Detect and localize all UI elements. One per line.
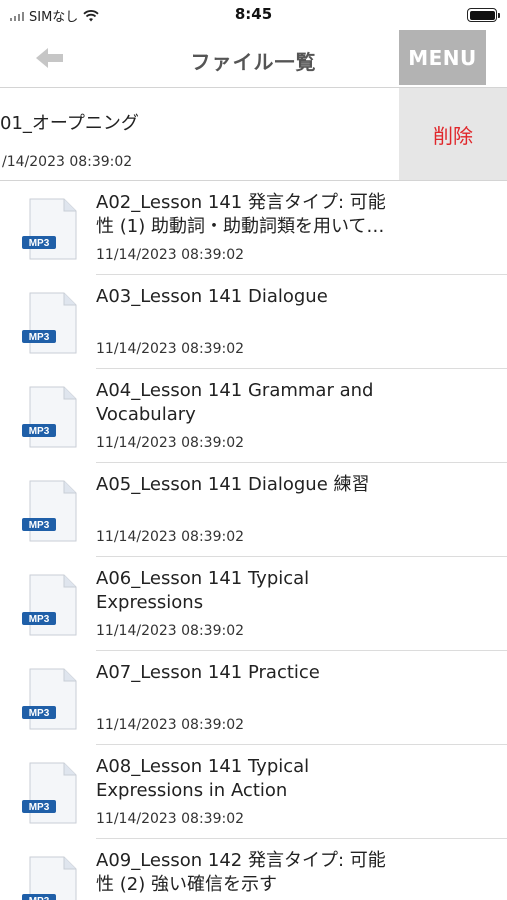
- mp3-file-icon: MP3: [22, 856, 77, 900]
- mp3-file-icon: MP3: [22, 668, 77, 730]
- mp3-file-icon: MP3: [22, 762, 77, 824]
- list-item[interactable]: MP3 A04_Lesson 141 Grammar and Vocabular…: [0, 369, 507, 463]
- list-item[interactable]: MP3 A09_Lesson 142 発言タイプ: 可能性 (2) 強い確信を示…: [0, 839, 507, 900]
- svg-text:MP3: MP3: [29, 520, 50, 531]
- nav-bar: ファイル一覧 MENU: [0, 30, 507, 88]
- file-title: A08_Lesson 141 Typical Expressions in Ac…: [96, 756, 310, 801]
- svg-text:MP3: MP3: [29, 238, 50, 249]
- mp3-file-icon: MP3: [22, 198, 77, 260]
- mp3-file-icon: MP3: [22, 574, 77, 636]
- svg-text:MP3: MP3: [29, 802, 50, 813]
- svg-text:MP3: MP3: [29, 614, 50, 625]
- file-date: /14/2023 08:39:02: [2, 154, 133, 170]
- file-title: A09_Lesson 142 発言タイプ: 可能性 (2) 強い確信を示す: [96, 850, 386, 895]
- mp3-file-icon: MP3: [22, 386, 77, 448]
- mp3-file-icon: MP3: [22, 480, 77, 542]
- svg-text:MP3: MP3: [29, 426, 50, 437]
- clock: 8:45: [234, 5, 273, 23]
- svg-text:MP3: MP3: [29, 332, 50, 343]
- file-date: 11/14/2023 08:39:02: [96, 435, 245, 451]
- file-title: A05_Lesson 141 Dialogue 練習: [96, 474, 370, 495]
- list-item[interactable]: MP3 A08_Lesson 141 Typical Expressions i…: [0, 745, 507, 839]
- file-title: A07_Lesson 141 Practice: [96, 662, 320, 683]
- svg-text:MP3: MP3: [29, 896, 50, 900]
- list-item[interactable]: MP3 A02_Lesson 141 発言タイプ: 可能性 (1) 助動詞・助動…: [0, 181, 507, 275]
- list-item[interactable]: MP3 A05_Lesson 141 Dialogue 練習 11/14/202…: [0, 463, 507, 557]
- file-title: A03_Lesson 141 Dialogue: [96, 286, 328, 307]
- status-bar: SIMなし 8:45: [0, 0, 507, 30]
- file-date: 11/14/2023 08:39:02: [96, 623, 245, 639]
- list-item[interactable]: MP3 A07_Lesson 141 Practice 11/14/2023 0…: [0, 651, 507, 745]
- file-title: 01_オープニング: [0, 113, 139, 134]
- list-item[interactable]: MP3 A06_Lesson 141 Typical Expressions 1…: [0, 557, 507, 651]
- list-item[interactable]: MP3 A03_Lesson 141 Dialogue 11/14/2023 0…: [0, 275, 507, 369]
- file-date: 11/14/2023 08:39:02: [96, 811, 245, 827]
- mp3-file-icon: MP3: [22, 292, 77, 354]
- file-date: 11/14/2023 08:39:02: [96, 247, 245, 263]
- file-title: A04_Lesson 141 Grammar and Vocabulary: [96, 380, 374, 425]
- menu-button[interactable]: MENU: [399, 30, 486, 85]
- swiped-list-item[interactable]: 01_オープニング /14/2023 08:39:02 削除: [0, 88, 507, 181]
- file-title: A06_Lesson 141 Typical Expressions: [96, 568, 310, 613]
- file-date: 11/14/2023 08:39:02: [96, 529, 245, 545]
- file-title: A02_Lesson 141 発言タイプ: 可能性 (1) 助動詞・助動詞類を用…: [96, 192, 386, 237]
- file-date: 11/14/2023 08:39:02: [96, 341, 245, 357]
- svg-text:MP3: MP3: [29, 708, 50, 719]
- file-date: 11/14/2023 08:39:02: [96, 717, 245, 733]
- delete-button[interactable]: 削除: [399, 88, 507, 180]
- battery-icon: [467, 8, 500, 22]
